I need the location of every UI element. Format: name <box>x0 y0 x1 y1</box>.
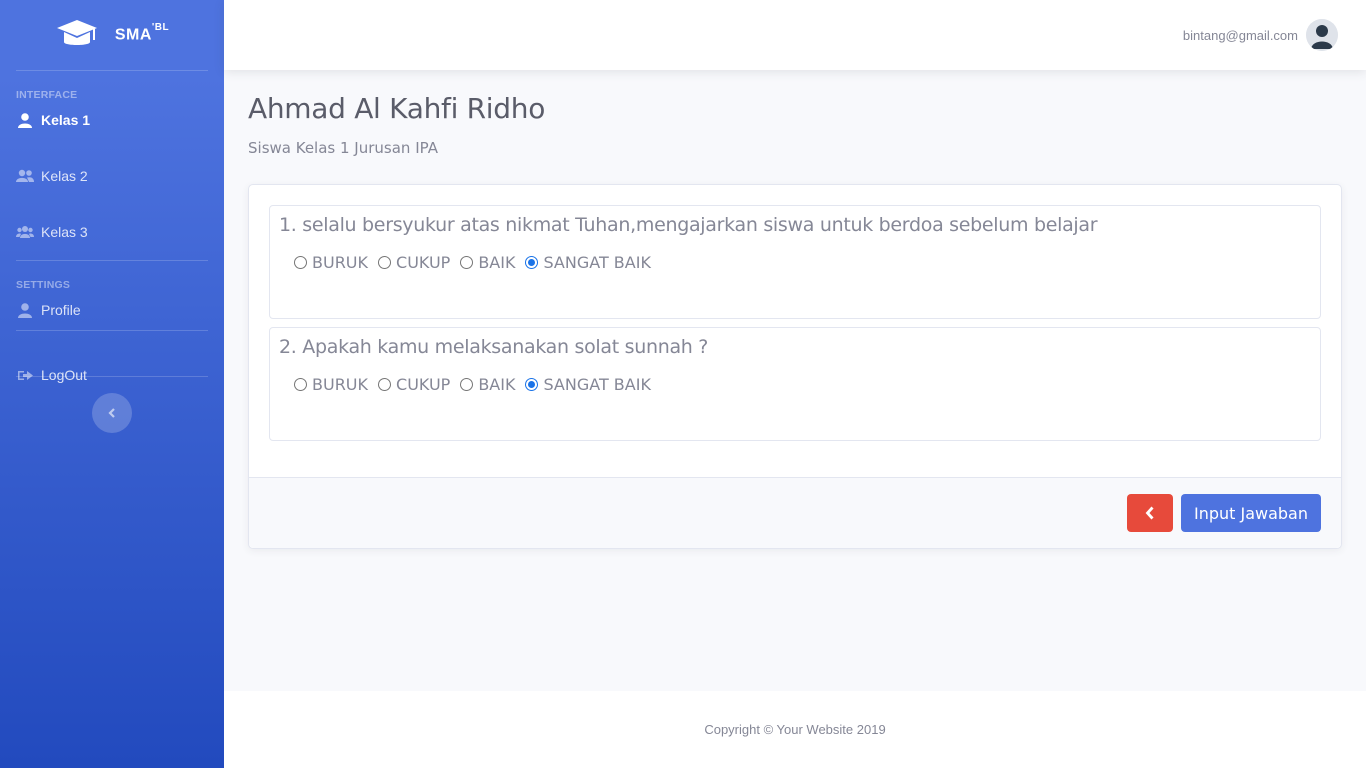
sidebar-divider <box>16 260 208 261</box>
page-subtitle: Siswa Kelas 1 Jurusan IPA <box>248 139 438 157</box>
user-email[interactable]: bintang@gmail.com <box>1183 28 1298 43</box>
brand-name: SMA'BL <box>114 22 170 44</box>
sidebar-item-label: Kelas 1 <box>41 112 91 128</box>
submit-answer-button[interactable]: Input Jawaban <box>1180 494 1321 532</box>
main-content: Ahmad Al Kahfi Ridho Siswa Kelas 1 Jurus… <box>248 70 1342 549</box>
option-baik[interactable]: BAIK <box>460 375 515 394</box>
question-text: 1. selalu bersyukur atas nikmat Tuhan,me… <box>279 214 1098 236</box>
page-title: Ahmad Al Kahfi Ridho <box>248 92 546 125</box>
question-item: 2. Apakah kamu melaksanakan solat sunnah… <box>269 327 1321 441</box>
user-icon <box>16 302 34 318</box>
sidebar-item-label: Kelas 2 <box>41 168 88 184</box>
radio-button[interactable] <box>460 378 474 391</box>
sign-out-icon <box>16 367 34 383</box>
avatar[interactable] <box>1306 19 1338 51</box>
option-buruk[interactable]: BURUK <box>294 375 368 394</box>
sidebar-item-label: Profile <box>41 302 81 318</box>
question-text: 2. Apakah kamu melaksanakan solat sunnah… <box>279 336 709 358</box>
sidebar-item-kelas-3[interactable]: Kelas 3 <box>0 204 224 260</box>
option-baik[interactable]: BAIK <box>460 253 515 272</box>
radio-button[interactable] <box>378 378 392 391</box>
user-icon <box>16 112 34 128</box>
radio-button-checked[interactable] <box>525 378 539 391</box>
radio-button-checked[interactable] <box>525 256 539 269</box>
card-footer: Input Jawaban <box>249 477 1341 548</box>
sidebar-divider <box>16 330 208 331</box>
sidebar-toggle-button[interactable] <box>92 393 132 433</box>
option-sangat-baik[interactable]: SANGAT BAIK <box>525 375 651 394</box>
users-icon <box>16 224 34 240</box>
sidebar-divider <box>16 70 208 71</box>
page-footer: Copyright © Your Website 2019 <box>224 691 1366 768</box>
radio-button[interactable] <box>460 256 474 269</box>
topbar: bintang@gmail.com <box>224 0 1366 70</box>
option-cukup[interactable]: CUKUP <box>378 375 450 394</box>
sidebar: SMA'BL INTERFACE Kelas 1 Kelas 2 Kelas 3… <box>0 0 224 768</box>
user-friends-icon <box>16 168 34 184</box>
option-sangat-baik[interactable]: SANGAT BAIK <box>525 253 651 272</box>
user-avatar-icon <box>1306 19 1338 51</box>
copyright-text: Copyright © Your Website 2019 <box>704 722 886 737</box>
sidebar-item-kelas-2[interactable]: Kelas 2 <box>0 148 224 204</box>
questionnaire-card: 1. selalu bersyukur atas nikmat Tuhan,me… <box>248 184 1342 549</box>
back-button[interactable] <box>1126 494 1173 532</box>
graduation-cap-icon <box>56 20 97 45</box>
chevron-left-icon <box>108 408 115 418</box>
sidebar-brand[interactable]: SMA'BL <box>0 0 224 70</box>
sidebar-item-label: LogOut <box>41 367 87 383</box>
radio-button[interactable] <box>378 256 392 269</box>
chevron-left-icon <box>1145 506 1154 520</box>
radio-button[interactable] <box>294 256 307 269</box>
question-item: 1. selalu bersyukur atas nikmat Tuhan,me… <box>269 205 1321 319</box>
answer-options: BURUK CUKUP BAIK SANGAT BAIK <box>279 253 1311 272</box>
radio-button[interactable] <box>294 378 307 391</box>
option-buruk[interactable]: BURUK <box>294 253 368 272</box>
answer-options: BURUK CUKUP BAIK SANGAT BAIK <box>279 375 1311 394</box>
option-cukup[interactable]: CUKUP <box>378 253 450 272</box>
sidebar-item-label: Kelas 3 <box>41 224 88 240</box>
